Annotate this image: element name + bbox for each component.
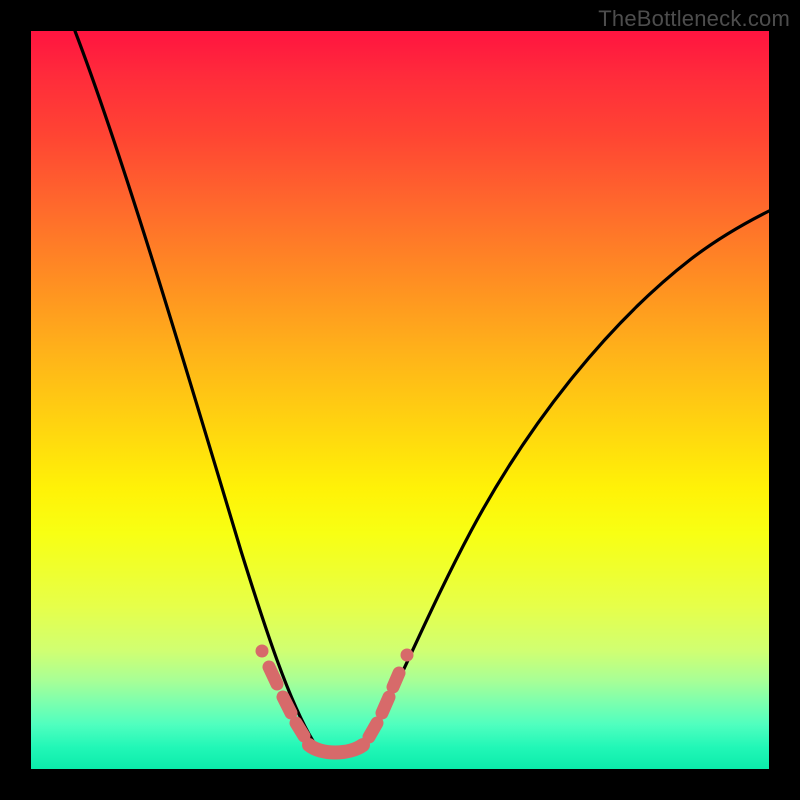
- bottleneck-curve: [75, 31, 769, 757]
- curve-layer: [31, 31, 769, 769]
- chart-frame: TheBottleneck.com: [0, 0, 800, 800]
- watermark-text: TheBottleneck.com: [598, 6, 790, 32]
- plot-area: [31, 31, 769, 769]
- accent-valley: [256, 645, 414, 753]
